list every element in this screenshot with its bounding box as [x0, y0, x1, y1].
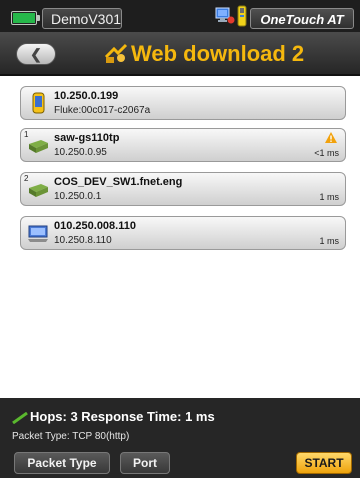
start-button[interactable]: START	[296, 452, 352, 474]
network-status-icon[interactable]	[215, 7, 235, 25]
back-button[interactable]: ❮	[16, 43, 56, 65]
hops-summary: Hops: 3 Response Time: 1 ms	[30, 409, 215, 424]
port-button[interactable]: Port	[120, 452, 170, 474]
hop-row-destination[interactable]: 010.250.008.110 10.250.8.110 1 ms	[20, 216, 346, 250]
usb-icon[interactable]	[236, 5, 248, 27]
hop-detail: 10.250.8.110	[54, 235, 112, 246]
back-arrow-icon: ❮	[30, 46, 42, 62]
packet-type-button[interactable]: Packet Type	[14, 452, 110, 474]
battery-level-fill	[13, 13, 35, 23]
hop-name: saw-gs110tp	[54, 132, 120, 144]
device-name[interactable]: OneTouch AT	[250, 8, 354, 29]
hop-response-time: 1 ms	[319, 192, 339, 202]
warning-icon	[325, 132, 337, 143]
computer-icon	[28, 225, 48, 242]
profile-name[interactable]: DemoV301	[42, 8, 122, 29]
hop-detail: 10.250.0.95	[54, 147, 107, 158]
hop-row-source[interactable]: 10.250.0.199 Fluke:00c017-c2067a	[20, 86, 346, 120]
hop-response-time: <1 ms	[314, 148, 339, 158]
hop-name: 010.250.008.110	[54, 220, 136, 232]
switch-icon	[29, 184, 48, 197]
hop-name: 10.250.0.199	[54, 90, 119, 102]
hop-row-1[interactable]: 1 saw-gs110tp 10.250.0.95 <1 ms	[20, 128, 346, 162]
handheld-device-icon	[32, 92, 45, 114]
hop-row-2[interactable]: 2 COS_DEV_SW1.fnet.eng 10.250.0.1 1 ms	[20, 172, 346, 206]
path-list: 10.250.0.199 Fluke:00c017-c2067a 1 saw-g…	[0, 76, 360, 398]
web-download-icon	[104, 43, 128, 63]
hop-response-time: 1 ms	[319, 236, 339, 246]
footer: Hops: 3 Response Time: 1 ms Packet Type:…	[0, 398, 360, 478]
title-bar: ❮ Web download 2	[0, 32, 360, 76]
hops-icon	[12, 412, 28, 424]
page-title: Web download 2	[131, 41, 305, 66]
hop-detail: Fluke:00c017-c2067a	[54, 105, 151, 116]
hop-name: COS_DEV_SW1.fnet.eng	[54, 176, 183, 188]
app-frame: DemoV301 OneTouch AT ❮ Web download 2 10…	[0, 0, 360, 478]
status-bar: DemoV301 OneTouch AT	[0, 0, 360, 32]
packet-type-label: Packet Type: TCP 80(http)	[12, 431, 130, 442]
hop-detail: 10.250.0.1	[54, 191, 102, 202]
battery-tip	[37, 15, 40, 21]
battery-icon	[11, 11, 37, 25]
switch-icon	[29, 140, 48, 153]
